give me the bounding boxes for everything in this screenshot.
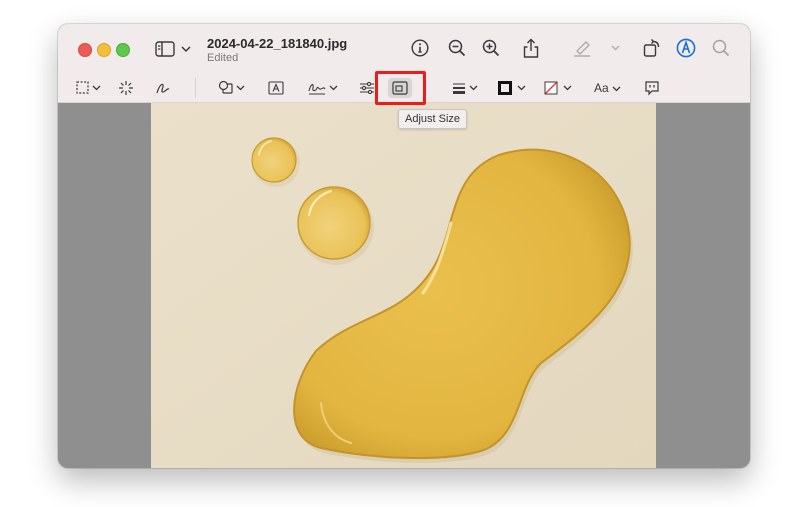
document-title: 2024-04-22_181840.jpg [207,36,348,51]
rotate-icon[interactable] [641,37,663,59]
adjust-color-icon[interactable] [358,79,376,97]
sidebar-icon[interactable] [154,38,176,60]
text-box-icon[interactable] [267,80,285,96]
highlight-menu-chevron-icon[interactable] [610,42,620,54]
title-bar: 2024-04-22_181840.jpg Edited [58,24,750,74]
oil-droplets-image [151,103,656,468]
image-description-icon[interactable] [643,79,661,97]
zoom-window-button[interactable] [116,43,130,57]
shape-style-icon[interactable] [451,80,481,96]
sidebar-menu-chevron-icon[interactable] [180,42,192,56]
adjust-size-tooltip: Adjust Size [398,109,468,129]
markup-icon[interactable] [675,37,697,59]
text-style-icon[interactable]: Aa [594,80,621,96]
sketch-icon[interactable] [154,79,172,97]
instant-alpha-icon[interactable] [117,79,135,97]
image-canvas[interactable] [151,103,656,468]
info-icon[interactable] [410,38,430,58]
zoom-in-icon[interactable] [481,38,501,58]
share-icon[interactable] [521,37,541,59]
minimize-window-button[interactable] [97,43,111,57]
text-style-label: Aa [594,81,609,95]
zoom-out-icon[interactable] [447,38,467,58]
document-status: Edited [207,52,239,64]
close-window-button[interactable] [78,43,92,57]
shapes-icon[interactable] [218,79,246,97]
search-icon[interactable] [711,38,731,58]
rectangular-selection-icon[interactable] [76,80,104,96]
toolbar-divider [195,78,196,98]
border-color-icon[interactable] [497,79,529,97]
highlight-pen-icon[interactable] [571,38,593,58]
sign-icon[interactable] [307,79,339,97]
adjust-size-highlight [375,71,426,105]
fill-color-icon[interactable] [543,79,575,97]
